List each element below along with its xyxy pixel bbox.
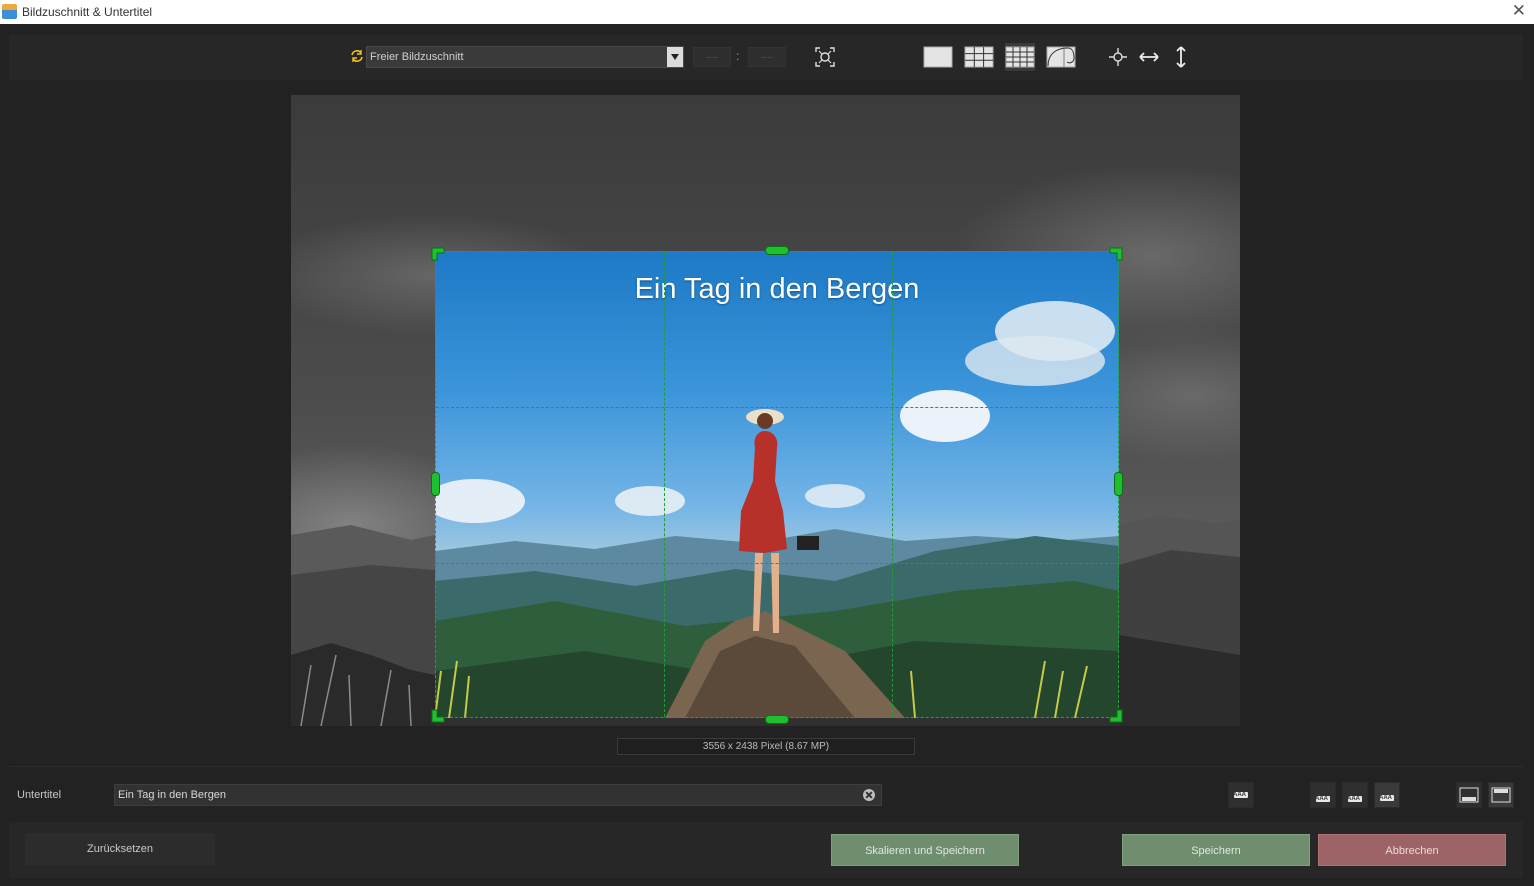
- text-style-button[interactable]: AAA: [1228, 782, 1254, 808]
- align-center-label: AAA: [1347, 796, 1360, 802]
- crop-toolbar: Freier Bildzuschnitt ---- : ----: [9, 35, 1523, 80]
- crop-handle-left[interactable]: [431, 472, 440, 496]
- ratio-separator: :: [736, 49, 740, 63]
- crop-handle-bottom[interactable]: [765, 715, 789, 724]
- ratio-width-input[interactable]: ----: [693, 47, 731, 67]
- crop-region[interactable]: Ein Tag in den Bergen: [435, 251, 1119, 718]
- flip-vertical-icon[interactable]: [1166, 43, 1196, 71]
- sync-icon[interactable]: [348, 47, 366, 65]
- cancel-button[interactable]: Abbrechen: [1318, 834, 1506, 866]
- align-center-button[interactable]: AAA: [1342, 782, 1368, 808]
- app-icon: [2, 4, 17, 19]
- center-crosshair-icon[interactable]: [1103, 43, 1133, 71]
- crop-handle-bottom-left[interactable]: [431, 709, 445, 723]
- position-bottom-icon: [1459, 787, 1479, 803]
- position-top-button[interactable]: [1488, 782, 1514, 808]
- subtitle-input-value: Ein Tag in den Bergen: [118, 789, 227, 801]
- no-grid-icon[interactable]: [923, 43, 953, 71]
- grid-4x4-icon[interactable]: [1005, 43, 1035, 71]
- divider: [9, 766, 1523, 767]
- image-info: 3556 x 2438 Pixel (8.67 MP): [617, 738, 915, 755]
- subtitle-input[interactable]: Ein Tag in den Bergen: [114, 784, 882, 806]
- ratio-height-input[interactable]: ----: [748, 47, 786, 67]
- clear-icon[interactable]: [863, 789, 875, 801]
- subtitle-label: Untertitel: [17, 789, 62, 801]
- align-left-label: AAA: [1315, 796, 1328, 802]
- text-style-label: AAA: [1233, 792, 1246, 798]
- crop-handle-bottom-right[interactable]: [1109, 709, 1123, 723]
- chevron-down-icon[interactable]: [667, 47, 683, 67]
- close-icon[interactable]: ✕: [1512, 1, 1526, 21]
- crop-handle-top-left[interactable]: [431, 247, 445, 261]
- golden-spiral-icon[interactable]: [1046, 43, 1076, 71]
- position-bottom-button[interactable]: [1456, 782, 1482, 808]
- image-preview[interactable]: Ein Tag in den Bergen: [291, 95, 1240, 726]
- reset-button[interactable]: Zurücksetzen: [25, 833, 215, 865]
- save-button[interactable]: Speichern: [1122, 834, 1310, 866]
- crop-handle-top-right[interactable]: [1109, 247, 1123, 261]
- title-bar: Bildzuschnitt & Untertitel ✕: [0, 0, 1534, 24]
- flip-horizontal-icon[interactable]: [1134, 43, 1164, 71]
- window-title: Bildzuschnitt & Untertitel: [22, 5, 153, 19]
- landscape-photo: [435, 301, 1119, 718]
- crop-mode-value: Freier Bildzuschnitt: [370, 51, 464, 63]
- subtitle-overlay: Ein Tag in den Bergen: [634, 273, 920, 305]
- scale-and-save-button[interactable]: Skalieren und Speichern: [831, 834, 1019, 866]
- align-right-label: AAA: [1379, 795, 1392, 801]
- align-right-button[interactable]: AAA: [1374, 782, 1400, 808]
- grid-3x3-icon[interactable]: [964, 43, 994, 71]
- crop-mode-select[interactable]: Freier Bildzuschnitt: [366, 46, 684, 68]
- crop-handle-top[interactable]: [765, 246, 789, 255]
- center-focus-icon[interactable]: [810, 43, 840, 71]
- crop-handle-right[interactable]: [1114, 472, 1123, 496]
- align-left-button[interactable]: AAA: [1310, 782, 1336, 808]
- position-top-icon: [1491, 787, 1511, 803]
